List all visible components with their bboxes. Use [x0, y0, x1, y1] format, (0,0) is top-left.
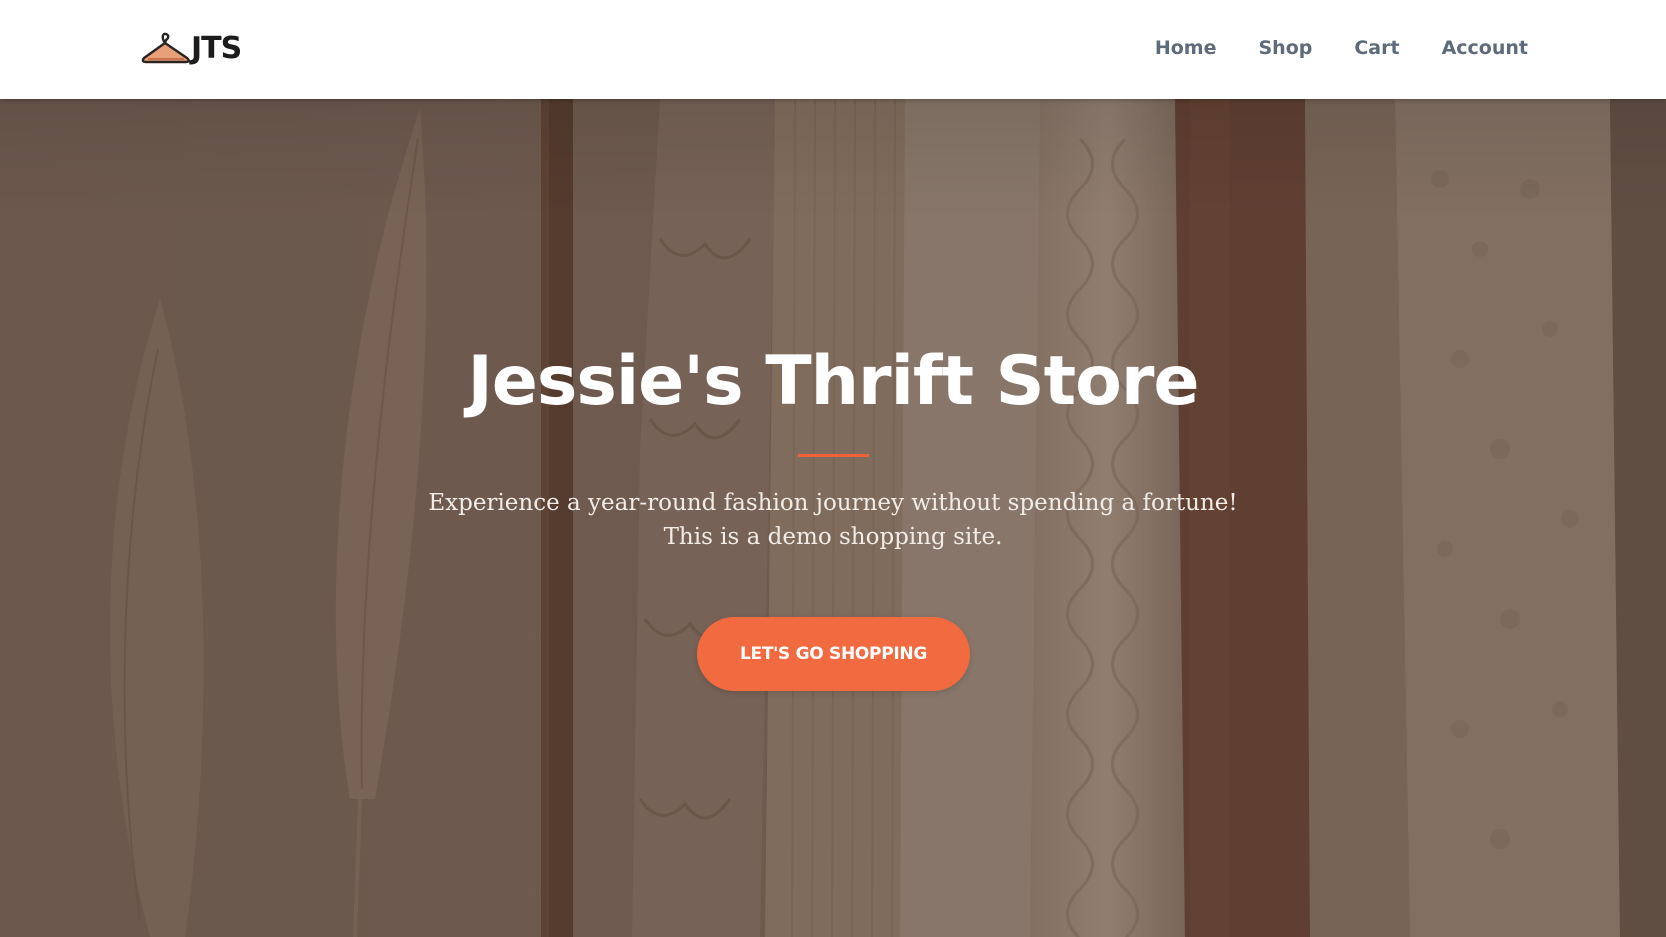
top-navbar: JTS Home Shop Cart Account — [0, 0, 1666, 99]
nav-link-shop[interactable]: Shop — [1258, 34, 1312, 62]
hero-divider — [798, 454, 869, 457]
hero-section: Jessie's Thrift Store Experience a year-… — [0, 99, 1666, 937]
hero-subtitle-line-1: Experience a year-round fashion journey … — [428, 490, 1238, 516]
hero-subtitle: Experience a year-round fashion journey … — [333, 486, 1333, 554]
lets-go-shopping-button[interactable]: LET'S GO SHOPPING — [697, 617, 970, 691]
hero-content: Jessie's Thrift Store Experience a year-… — [0, 99, 1666, 937]
home-logo-link[interactable]: JTS — [139, 30, 242, 68]
hero-subtitle-line-2: This is a demo shopping site. — [663, 524, 1003, 550]
hanger-icon — [141, 32, 190, 64]
main-nav: Home Shop Cart Account — [1155, 34, 1528, 62]
nav-link-cart[interactable]: Cart — [1354, 34, 1399, 62]
nav-link-home[interactable]: Home — [1155, 34, 1217, 62]
logo-text: JTS — [191, 31, 242, 66]
hero-title: Jessie's Thrift Store — [467, 342, 1199, 421]
nav-link-account[interactable]: Account — [1442, 34, 1528, 62]
